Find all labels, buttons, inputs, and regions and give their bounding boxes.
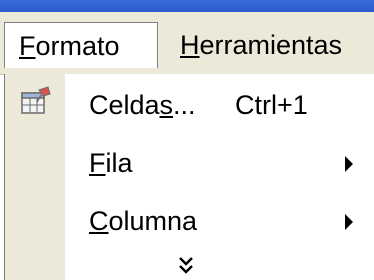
columna-label-post: olumna [108, 206, 198, 236]
submenu-arrow-icon [345, 214, 353, 230]
celdas-accelerator: s [159, 90, 174, 120]
formato-dropdown-menu: Celdas... Ctrl+1 Fila Columna [4, 74, 374, 280]
menu-bar: Formato Herramientas [0, 12, 374, 75]
menu-herramientas-label-post: erramientas [199, 30, 343, 60]
menu-item-celdas[interactable]: Celdas... Ctrl+1 [5, 76, 374, 134]
double-chevron-down-icon[interactable] [175, 254, 197, 276]
menu-item-fila-label: Fila [89, 134, 133, 192]
menu-item-fila[interactable]: Fila [5, 134, 374, 192]
menu-formato[interactable]: Formato [4, 22, 158, 68]
window-title-bar [0, 0, 374, 12]
fila-accelerator: F [89, 148, 106, 178]
submenu-arrow-icon [345, 156, 353, 172]
format-cells-icon [21, 86, 51, 114]
columna-accelerator: C [89, 206, 109, 236]
menu-formato-label-post: ormato [35, 31, 120, 61]
fila-label-post: ila [105, 148, 133, 178]
menu-formato-accelerator: F [19, 31, 36, 61]
celdas-label-pre: Celda [89, 90, 160, 120]
menu-herramientas-accelerator: H [180, 30, 200, 60]
menu-item-columna[interactable]: Columna [5, 192, 374, 250]
menu-item-celdas-label: Celdas... [89, 76, 196, 134]
menu-item-celdas-shortcut: Ctrl+1 [235, 90, 308, 120]
menu-item-columna-label: Columna [89, 192, 197, 250]
menu-herramientas[interactable]: Herramientas [166, 22, 356, 68]
celdas-label-post: ... [173, 90, 196, 120]
